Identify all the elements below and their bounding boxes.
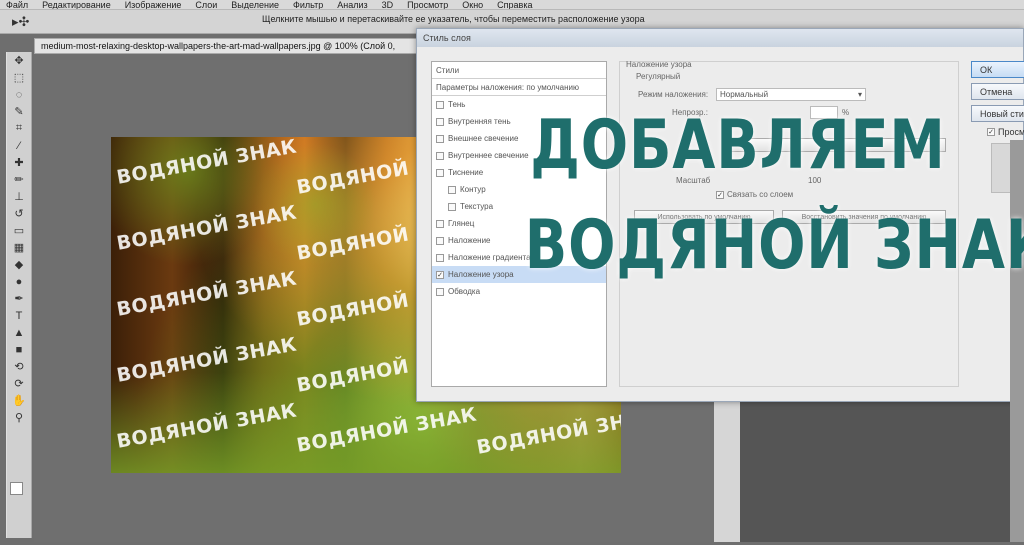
options-hint: Щелкните мышью и перетаскивайте ее указа… bbox=[262, 14, 645, 24]
effect-checkbox[interactable] bbox=[436, 253, 444, 262]
link-checkbox[interactable]: ✓ bbox=[716, 190, 724, 199]
pattern-section-title: Наложение узора bbox=[626, 60, 692, 69]
type-tool-icon[interactable]: T bbox=[7, 307, 31, 324]
preview-toggle[interactable]: ✓ Просмотр bbox=[987, 127, 1024, 137]
pattern-group-title: Регулярный bbox=[636, 72, 681, 81]
effect-checkbox[interactable] bbox=[436, 287, 444, 296]
link-label: Связать со слоем bbox=[727, 190, 794, 199]
panel-strip bbox=[714, 400, 740, 542]
eyedropper-tool-icon[interactable]: ⁄ bbox=[7, 137, 31, 154]
preview-label: Просмотр bbox=[998, 127, 1024, 137]
blend-mode-value: Нормальный bbox=[720, 90, 769, 99]
effect-label: Текстура bbox=[460, 202, 494, 211]
effect-label: Тиснение bbox=[448, 168, 484, 177]
move-tool-icon[interactable]: ▸✣ bbox=[12, 12, 42, 32]
lasso-tool-icon[interactable]: ◌ bbox=[7, 86, 31, 103]
hand-tool-icon[interactable]: ✋ bbox=[7, 392, 31, 409]
effect-label: Внутренняя тень bbox=[448, 117, 511, 126]
blend-mode-label: Режим наложения: bbox=[638, 90, 709, 99]
menu-item[interactable]: Фильтр bbox=[293, 0, 323, 9]
dodge-tool-icon[interactable]: ● bbox=[7, 273, 31, 290]
menu-item[interactable]: Просмотр bbox=[407, 0, 448, 9]
preview-checkbox[interactable]: ✓ bbox=[987, 128, 995, 136]
brush-tool-icon[interactable]: ✏ bbox=[7, 171, 31, 188]
effect-label: Наложение градиента bbox=[448, 253, 531, 262]
crop-tool-icon[interactable]: ⌗ bbox=[7, 120, 31, 137]
menu-item[interactable]: Файл bbox=[6, 0, 28, 9]
zoom-tool-icon[interactable]: ⚲ bbox=[7, 409, 31, 426]
side-panel bbox=[740, 400, 1024, 542]
overlay-title-line1: ДОБАВЛЯЕМ bbox=[530, 106, 946, 185]
effect-label: Тень bbox=[448, 100, 466, 109]
effect-label: Наложение bbox=[448, 236, 491, 245]
effect-checkbox[interactable] bbox=[436, 219, 444, 228]
effect-checkbox[interactable] bbox=[448, 202, 456, 211]
quick-select-tool-icon[interactable]: ✎ bbox=[7, 103, 31, 120]
color-swatches[interactable] bbox=[10, 482, 30, 504]
effect-checkbox[interactable]: ✓ bbox=[436, 270, 444, 279]
blend-mode-select[interactable]: Нормальный ▾ bbox=[716, 88, 866, 101]
link-with-layer[interactable]: ✓ Связать со слоем bbox=[716, 190, 793, 199]
move-tool-icon[interactable]: ✥ bbox=[7, 52, 31, 69]
menu-item[interactable]: 3D bbox=[382, 0, 394, 9]
pen-tool-icon[interactable]: ✒ bbox=[7, 290, 31, 307]
effect-label: Глянец bbox=[448, 219, 475, 228]
stamp-tool-icon[interactable]: ⊥ bbox=[7, 188, 31, 205]
ok-button[interactable]: ОК bbox=[971, 61, 1024, 78]
effect-checkbox[interactable] bbox=[448, 185, 456, 194]
gradient-tool-icon[interactable]: ▦ bbox=[7, 239, 31, 256]
overlay-title-line2: ВОДЯНОЙ ЗНАК bbox=[524, 206, 1024, 285]
menu-item[interactable]: Изображение bbox=[125, 0, 182, 9]
dialog-title[interactable]: Стиль слоя bbox=[417, 29, 1023, 47]
effect-item[interactable]: Обводка bbox=[432, 283, 606, 300]
menu-bar: Файл Редактирование Изображение Слои Выделен… bbox=[0, 0, 1024, 10]
healing-brush-tool-icon[interactable]: ✚ bbox=[7, 154, 31, 171]
effect-checkbox[interactable] bbox=[436, 134, 444, 143]
effect-label: Внешнее свечение bbox=[448, 134, 519, 143]
effect-label: Контур bbox=[460, 185, 486, 194]
effect-checkbox[interactable] bbox=[436, 151, 444, 160]
effect-checkbox[interactable] bbox=[436, 100, 444, 109]
shape-tool-icon[interactable]: ■ bbox=[7, 341, 31, 358]
effect-checkbox[interactable] bbox=[436, 168, 444, 177]
blur-tool-icon[interactable]: ◆ bbox=[7, 256, 31, 273]
cancel-button[interactable]: Отмена bbox=[971, 83, 1024, 100]
path-select-tool-icon[interactable]: ▲ bbox=[7, 324, 31, 341]
styles-header[interactable]: Стили bbox=[432, 62, 606, 79]
effect-checkbox[interactable] bbox=[436, 236, 444, 245]
effect-checkbox[interactable] bbox=[436, 117, 444, 126]
vertical-scrollbar[interactable] bbox=[1010, 140, 1024, 542]
3d-orbit-tool-icon[interactable]: ⟳ bbox=[7, 375, 31, 392]
effect-label: Наложение узора bbox=[448, 270, 514, 279]
menu-item[interactable]: Слои bbox=[195, 0, 217, 9]
marquee-tool-icon[interactable]: ⬚ bbox=[7, 69, 31, 86]
menu-item[interactable]: Выделение bbox=[231, 0, 279, 9]
chevron-down-icon: ▾ bbox=[857, 90, 862, 99]
menu-item[interactable]: Редактирование bbox=[42, 0, 111, 9]
menu-item[interactable]: Анализ bbox=[337, 0, 367, 9]
foreground-color[interactable] bbox=[10, 482, 23, 495]
blend-options-item[interactable]: Параметры наложения: по умолчанию bbox=[432, 79, 606, 96]
eraser-tool-icon[interactable]: ▭ bbox=[7, 222, 31, 239]
3d-rotate-tool-icon[interactable]: ⟲ bbox=[7, 358, 31, 375]
document-tab[interactable]: medium-most-relaxing-desktop-wallpapers-… bbox=[34, 38, 454, 54]
menu-item[interactable]: Справка bbox=[497, 0, 532, 9]
effect-label: Внутреннее свечение bbox=[448, 151, 529, 160]
effect-label: Обводка bbox=[448, 287, 481, 296]
menu-item[interactable]: Окно bbox=[462, 0, 483, 9]
toolbox: ✥ ⬚ ◌ ✎ ⌗ ⁄ ✚ ✏ ⊥ ↺ ▭ ▦ ◆ ● ✒ T ▲ ■ ⟲ ⟳ … bbox=[6, 52, 32, 538]
history-brush-tool-icon[interactable]: ↺ bbox=[7, 205, 31, 222]
new-style-button[interactable]: Новый стиль... bbox=[971, 105, 1024, 122]
